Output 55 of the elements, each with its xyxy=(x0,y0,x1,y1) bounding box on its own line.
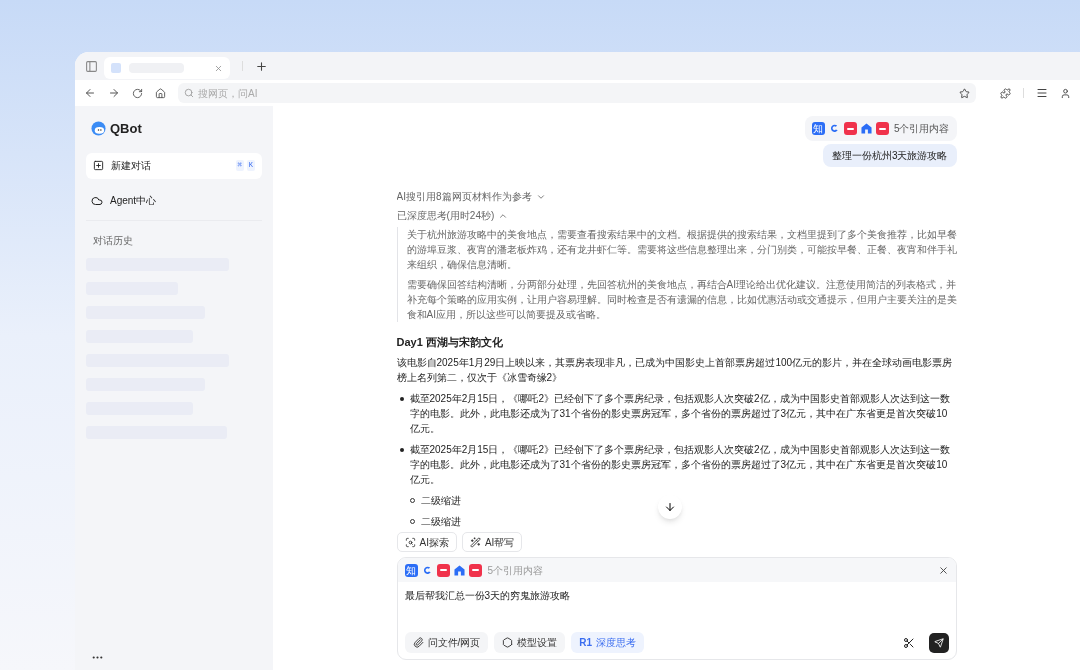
home-icon[interactable] xyxy=(155,87,166,99)
bullet-text: 截至2025年2月15日，《哪吒2》已经创下了多个票房纪录，包括观影人次突破2亿，成为中国影史首部观影人次达到这一数字的电影。此外，此电影还成为了31个省份的影史票房冠军，多个省份的票房超过了3亿元，其中在广东省更是首次突破10亿元。 xyxy=(409,442,951,487)
search-icon xyxy=(184,88,194,98)
cloud-icon xyxy=(91,194,103,207)
reload-icon[interactable] xyxy=(132,87,143,99)
source-count: 5个引用内容 xyxy=(487,563,544,578)
thinking-paragraph: 关于杭州旅游攻略中的美食地点，需要查看搜索结果中的文档。根据提供的搜索结果，文档里提到了多个美食推荐，比如早餐的游埠豆浆、夜宵的潘老板炸鸡，还有龙井虾仁等。需要将这些信息整理出来，分门别类，可能按早餐、正餐、夜宵和伴手礼来组织，确保信息清晰。 xyxy=(406,228,957,272)
tool-button[interactable]: AI帮写 xyxy=(461,532,523,552)
option-button[interactable]: R1 深度思考 xyxy=(571,632,645,653)
scissors-icon[interactable] xyxy=(902,636,915,649)
address-bar[interactable]: 搜网页，问AI xyxy=(178,83,976,103)
bullet-text: 二级缩进 xyxy=(420,493,461,508)
tool-button[interactable]: AI探索 xyxy=(396,532,457,552)
logo-icon xyxy=(91,121,106,137)
source-chip[interactable]: 知 5个引用内容 xyxy=(804,116,957,141)
favicon-icon xyxy=(111,63,121,73)
paperclip-icon xyxy=(412,637,424,648)
extensions-icon[interactable] xyxy=(1000,87,1011,99)
building-icon xyxy=(453,564,465,576)
bullet-text: 截至2025年2月15日，《哪吒2》已经创下了多个票房纪录，包括观影人次突破2亿，成为中国影史首部观影人次达到这一数字的电影。此外，此电影还成为了31个省份的影史票房冠军，多个省份的票房超过了3亿元，其中在广东省更是首次突破10亿元。 xyxy=(409,391,951,436)
agent-center-link[interactable]: Agent中心 xyxy=(86,190,262,211)
r1-label: R1 xyxy=(579,636,593,650)
back-icon[interactable] xyxy=(84,87,96,99)
new-chat-icon xyxy=(93,160,104,171)
source-badge: 知 xyxy=(811,122,825,135)
logo-text: QBot xyxy=(110,120,142,138)
hexagon-icon xyxy=(502,637,514,648)
arrow-down-icon xyxy=(664,501,676,513)
star-icon[interactable] xyxy=(959,87,970,99)
option-button[interactable]: 问文件/网页 xyxy=(404,632,489,653)
user-message: 整理一份杭州3天旅游攻略 xyxy=(822,144,957,167)
scroll-down-button[interactable] xyxy=(658,495,682,519)
option-button[interactable]: 模型设置 xyxy=(494,632,566,653)
answer-paragraph: 该电影自2025年1月29日上映以来，其票房表现非凡，已成为中国影史上首部票房超过100亿元的影片，并在全球动画电影票房榜上名列第二，仅次于《冰雪奇缘2》 xyxy=(396,355,954,385)
message-input-box[interactable]: 知 5个引用内容 最后帮我汇总一份3天的穷鬼旅游攻略 问文件/网页 模型设置 R1 深度思考 xyxy=(396,557,957,660)
menu-icon[interactable] xyxy=(1036,87,1048,99)
close-tab-icon[interactable] xyxy=(214,63,223,73)
source-badge: 知 xyxy=(404,563,418,577)
close-icon[interactable] xyxy=(937,564,949,576)
user-icon[interactable] xyxy=(1060,87,1071,99)
send-icon xyxy=(933,637,944,648)
section-heading: Day1 西湖与宋韵文化 xyxy=(396,335,504,350)
thinking-paragraph: 需要确保回答结构清晰，分两部分处理，先回答杭州的美食地点，再结合AI理论给出优化建议。注意使用简洁的列表格式，并补充每个策略的应用实例，让用户容易理解。同时检查是否有遗漏的信息，比如优惠活动或交通提示，但用户主要关注的是美食和AI应用，所以这些可以简要提及或省略。 xyxy=(406,278,957,322)
sidebar-toggle-icon[interactable] xyxy=(85,59,98,73)
scan-icon xyxy=(404,536,416,548)
source-count: 5个引用内容 xyxy=(893,122,950,136)
thinking-toggle[interactable]: 已深度思考(用时24秒) xyxy=(396,208,509,223)
forward-icon[interactable] xyxy=(108,87,120,99)
send-button[interactable] xyxy=(928,632,949,653)
references-toggle[interactable]: AI搜引用8篇网页材料作为参考 xyxy=(396,189,546,204)
history-title: 对话历史 xyxy=(92,233,134,248)
new-tab-icon[interactable] xyxy=(255,59,268,73)
bullet-text: 二级缩进 xyxy=(420,514,461,528)
wand-icon xyxy=(469,536,481,548)
building-icon xyxy=(860,123,872,134)
